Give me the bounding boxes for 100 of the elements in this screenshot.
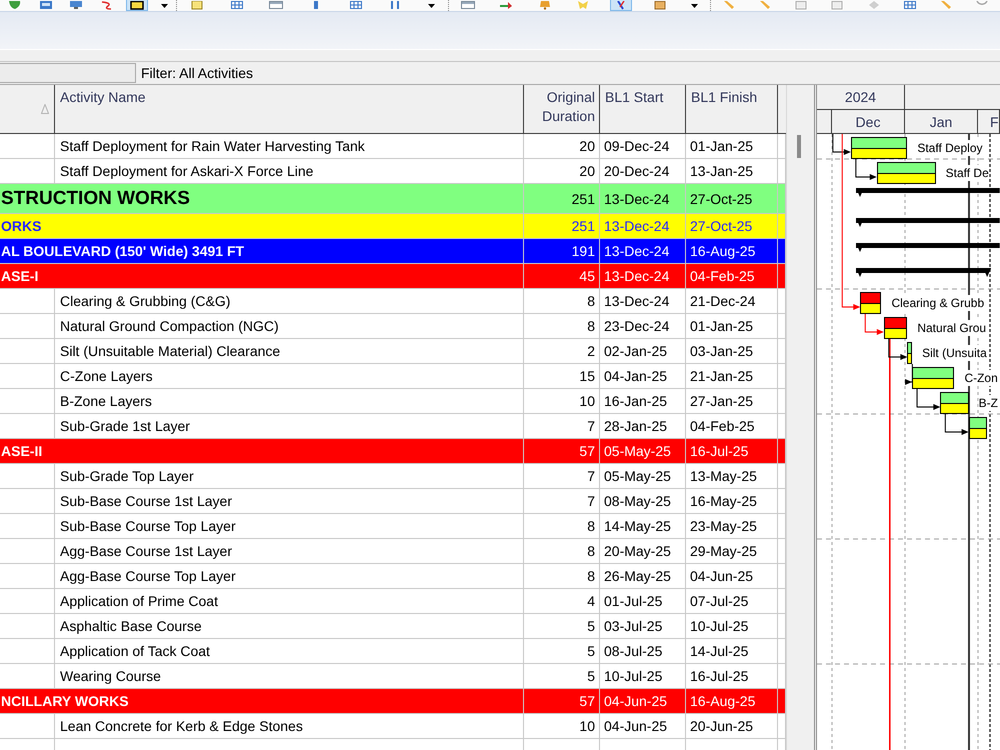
activity-name: Natural Ground Compaction (NGC) xyxy=(55,314,524,338)
duration-value: 5 xyxy=(524,614,600,638)
semicircle-icon[interactable] xyxy=(8,1,22,10)
start-date: 08-Jul-25 xyxy=(600,639,686,663)
duration-value: 5 xyxy=(524,639,600,663)
scrollbar-thumb[interactable] xyxy=(797,135,801,158)
finish-date: 29-May-25 xyxy=(686,539,778,563)
month-label: F xyxy=(978,110,1000,133)
box-icon[interactable] xyxy=(652,1,667,10)
curve-icon[interactable] xyxy=(100,1,114,10)
wbs-row[interactable]: ASE-I 45 13-Dec-24 04-Feb-25 xyxy=(0,264,786,289)
summary-bar[interactable] xyxy=(856,243,1000,252)
activity-bar[interactable] xyxy=(907,354,912,364)
activity-name: Asphaltic Base Course xyxy=(55,614,524,638)
wbs-name: AL BOULEVARD (150' Wide) 3491 FT xyxy=(0,239,524,263)
start-date: 16-Jan-25 xyxy=(600,389,686,413)
baseline-bar[interactable] xyxy=(907,342,912,354)
bar-label: B-Z xyxy=(978,395,998,411)
grid-icon[interactable] xyxy=(902,1,917,10)
relationship-line xyxy=(944,414,969,435)
activity-bar[interactable] xyxy=(860,304,882,314)
duration-value: 7 xyxy=(524,464,600,488)
layout-field[interactable] xyxy=(0,63,136,83)
activity-bar[interactable] xyxy=(876,174,936,184)
activity-name: Wearing Course xyxy=(55,664,524,688)
activity-bar[interactable] xyxy=(884,328,908,339)
monitor-icon[interactable] xyxy=(69,1,84,10)
duration-value: 4 xyxy=(524,589,600,613)
baseline-bar[interactable] xyxy=(850,137,908,148)
duration-value: 251 xyxy=(524,214,600,238)
finish-date: 13-Jan-25 xyxy=(686,159,778,183)
start-date: 28-Jan-25 xyxy=(600,414,686,438)
summary-bar[interactable] xyxy=(856,218,1000,227)
wbs-row[interactable]: STRUCTION WORKS 251 13-Dec-24 27-Oct-25 xyxy=(0,184,786,214)
activity-name: Application of Tack Coat xyxy=(55,639,524,663)
column-header[interactable]: BL1 Start xyxy=(600,85,686,133)
grid-icon[interactable] xyxy=(348,1,363,10)
baseline-bar[interactable] xyxy=(912,367,954,378)
activity-bar[interactable] xyxy=(912,378,954,389)
activity-name: Agg-Base Course 1st Layer xyxy=(55,539,524,563)
baseline-bar[interactable] xyxy=(940,392,969,404)
wbs-row[interactable]: ORKS 251 13-Dec-24 27-Oct-25 xyxy=(0,214,786,239)
duration-value: 10 xyxy=(524,714,600,738)
finish-date: 27-Oct-25 xyxy=(686,214,778,238)
start-date: 09-Dec-24 xyxy=(600,134,686,158)
wbs-row[interactable]: AL BOULEVARD (150' Wide) 3491 FT 191 13-Dec-24 16-Aug-25 xyxy=(0,239,786,264)
duration-value: 8 xyxy=(524,314,600,338)
summary-bar[interactable] xyxy=(856,268,992,277)
activity-bar[interactable] xyxy=(850,148,908,159)
baseline-bar[interactable] xyxy=(860,292,882,304)
month-label: Dec xyxy=(832,110,905,133)
column-header[interactable]: Original Duration xyxy=(524,85,600,133)
activity-bar[interactable] xyxy=(940,404,969,414)
wbs-row[interactable]: ASE-II 57 05-May-25 16-Jul-25 xyxy=(0,439,786,464)
window-icon[interactable] xyxy=(269,1,284,10)
start-date: 26-May-25 xyxy=(600,564,686,588)
summary-bar[interactable] xyxy=(856,188,1000,197)
start-date: 23-Dec-24 xyxy=(600,314,686,338)
finish-date: 04-Jun-25 xyxy=(686,564,778,588)
caret-icon[interactable] xyxy=(690,1,698,10)
wbs-name: ORKS xyxy=(0,214,524,238)
duration-value: 8 xyxy=(524,289,600,313)
duration-value: 20 xyxy=(524,159,600,183)
tile-icon[interactable] xyxy=(38,1,53,10)
toolbar-button[interactable] xyxy=(126,0,148,11)
caret-icon[interactable] xyxy=(428,1,436,10)
finish-date: 07-Jul-25 xyxy=(686,589,778,613)
finish-date: 27-Jan-25 xyxy=(686,389,778,413)
start-date: 13-Dec-24 xyxy=(600,239,686,263)
finish-date: 16-Aug-25 xyxy=(686,689,778,713)
activity-name: C-Zone Layers xyxy=(55,364,524,388)
duration-value: 8 xyxy=(524,564,600,588)
finish-date: 21-Dec-24 xyxy=(686,289,778,313)
baseline-bar[interactable] xyxy=(884,317,908,328)
wbs-name: ASE-I xyxy=(0,264,524,288)
column-header[interactable]: Activity Name xyxy=(55,85,524,133)
duration-value: 15 xyxy=(524,364,600,388)
activity-name: Sub-Base Course 1st Layer xyxy=(55,489,524,513)
duration-value: 57 xyxy=(524,689,600,713)
bar-label: C-Zon xyxy=(964,370,998,386)
bell-icon[interactable] xyxy=(538,1,552,10)
window-icon[interactable] xyxy=(461,1,476,10)
start-date: 05-May-25 xyxy=(600,464,686,488)
start-date: 02-Jan-25 xyxy=(600,339,686,363)
wbs-row[interactable]: NCILLARY WORKS 57 04-Jun-25 16-Aug-25 xyxy=(0,689,786,714)
start-date: 04-Jan-25 xyxy=(600,364,686,388)
bar-label: Silt (Unsuita xyxy=(922,345,987,361)
duration-value: 20 xyxy=(524,134,600,158)
baseline-bar[interactable] xyxy=(968,417,988,428)
baseline-bar[interactable] xyxy=(876,162,936,174)
duration-value: 7 xyxy=(524,414,600,438)
toolbar-button[interactable] xyxy=(610,0,632,11)
duration-value: 251 xyxy=(524,184,600,213)
caret-icon[interactable] xyxy=(160,1,168,10)
activity-name: Sub-Grade Top Layer xyxy=(55,464,524,488)
activity-name: B-Zone Layers xyxy=(55,389,524,413)
arrow-icon[interactable] xyxy=(499,1,514,10)
activity-name: Lean Concrete for Kerb & Edge Stones xyxy=(55,714,524,738)
grid-icon[interactable] xyxy=(230,1,244,10)
start-date: 14-May-25 xyxy=(600,514,686,538)
